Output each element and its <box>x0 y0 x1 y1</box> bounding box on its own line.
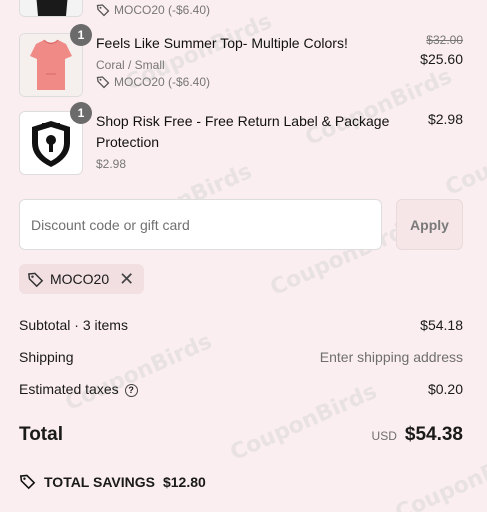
tag-icon <box>96 4 110 17</box>
item-discount: MOCO20 (-$6.40) <box>96 3 463 17</box>
item-variant: $2.98 <box>96 157 127 171</box>
current-price: $25.60 <box>420 51 463 67</box>
item-variant: Coral / Small <box>96 58 165 72</box>
tag-icon <box>28 272 44 287</box>
line-item: 1 Feels Like Summer Top- Multiple Colors… <box>19 24 463 97</box>
item-price: $32.00 $25.60 <box>403 33 463 97</box>
taxes-label-group: Estimated taxes? <box>19 381 138 397</box>
item-title: Shop Risk Free - Free Return Label & Pac… <box>96 113 390 150</box>
close-icon[interactable]: ✕ <box>119 270 134 288</box>
question-circle-icon[interactable]: ? <box>124 383 138 397</box>
quantity-badge: 1 <box>70 102 92 124</box>
total-savings: TOTAL SAVINGS $12.80 <box>19 473 206 490</box>
line-item: 1 Shop Risk Free - Free Return Label & P… <box>19 102 463 175</box>
total-label: Total <box>19 424 63 445</box>
watermark: CouponBirds <box>391 439 487 512</box>
savings-value: $12.80 <box>162 473 206 490</box>
quantity-badge: 1 <box>70 24 92 46</box>
shipping-label: Shipping <box>19 349 74 365</box>
shipping-row: Shipping Enter shipping address <box>19 349 463 365</box>
item-discount-text: MOCO20 (-$6.40) <box>114 75 211 89</box>
discount-code-input[interactable] <box>19 199 382 250</box>
item-price: $2.98 <box>403 111 463 175</box>
shipping-value: Enter shipping address <box>319 349 463 365</box>
original-price: $32.00 <box>426 33 463 47</box>
savings-label: TOTAL SAVINGS <box>44 473 155 490</box>
tag-icon <box>96 76 110 89</box>
currency: USD <box>371 429 397 443</box>
item-discount: MOCO20 (-$6.40) <box>96 75 403 89</box>
line-item: MOCO20 (-$6.40) <box>19 0 463 17</box>
taxes-row: Estimated taxes? $0.20 <box>19 381 463 397</box>
apply-button[interactable]: Apply <box>396 199 463 250</box>
total-amount: $54.38 <box>404 424 463 445</box>
subtotal-row: Subtotal · 3 items $54.18 <box>19 317 463 333</box>
taxes-value: $0.20 <box>427 381 463 397</box>
subtotal-value: $54.18 <box>420 317 463 333</box>
discount-code: MOCO20 <box>50 271 110 287</box>
product-thumbnail: 1 <box>19 102 92 175</box>
applied-discount-chip: MOCO20 ✕ <box>19 264 145 294</box>
item-discount-text: MOCO20 (-$6.40) <box>114 3 211 17</box>
shield-lock-icon <box>32 121 70 167</box>
current-price: $2.98 <box>427 111 463 127</box>
tag-icon <box>19 474 36 490</box>
product-thumbnail: 1 <box>19 24 92 97</box>
subtotal-label: Subtotal · 3 items <box>19 317 128 333</box>
discount-row: Apply <box>19 199 463 250</box>
total-value-group: USD $54.38 <box>372 424 463 446</box>
checkout-order-summary: CouponBirds CouponBirds CouponBirds Coup… <box>0 0 487 512</box>
product-thumbnail <box>19 0 83 17</box>
taxes-label: Estimated taxes <box>19 381 119 397</box>
total-row: Total USD $54.38 <box>19 424 463 446</box>
watermark: CouponBirds <box>61 329 216 416</box>
item-title: Feels Like Summer Top- Multiple Colors! <box>96 35 348 51</box>
shirt-image <box>20 34 82 96</box>
